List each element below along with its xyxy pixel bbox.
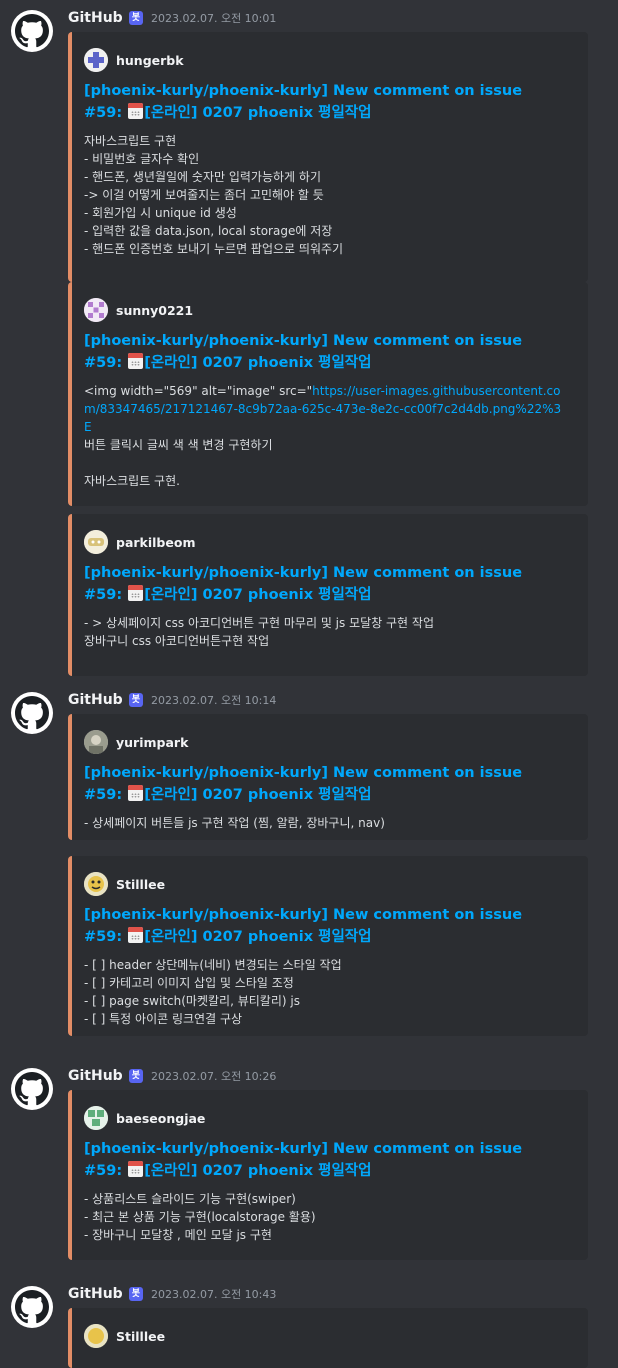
author-name[interactable]: GitHub bbox=[68, 692, 123, 708]
desc-line: - 장바구니 모달창 , 메인 모달 js 구현 bbox=[84, 1228, 272, 1242]
desc-line: - 비밀번호 글자수 확인 bbox=[84, 152, 200, 166]
calendar-icon bbox=[128, 103, 144, 119]
embed-author-name: Stilllee bbox=[116, 1328, 166, 1344]
desc-line: - 회원가입 시 unique id 생성 bbox=[84, 206, 237, 220]
author-name[interactable]: GitHub bbox=[68, 1068, 123, 1084]
embed-author-name: sunny0221 bbox=[116, 302, 194, 318]
embed-description: - 상세페이지 버튼들 js 구현 작업 (찜, 알람, 장바구니, nav) bbox=[84, 814, 568, 832]
embed-author[interactable]: hungerbk bbox=[84, 48, 184, 72]
timestamp[interactable]: 2023.02.07. 오전 10:43 bbox=[151, 1286, 276, 1302]
embed-author[interactable]: baeseongjae bbox=[84, 1106, 205, 1130]
desc-line: 장바구니 css 아코디언버튼구현 작업 bbox=[84, 634, 270, 648]
embed-author[interactable]: parkilbeom bbox=[84, 530, 195, 554]
img-tag-text: <img width="569" alt="image" src=" bbox=[84, 384, 313, 398]
github-avatar-icon[interactable] bbox=[11, 1286, 53, 1328]
embed-card: baeseongjae [phoenix-kurly/phoenix-kurly… bbox=[68, 1090, 588, 1260]
desc-line bbox=[84, 454, 568, 472]
author-name[interactable]: GitHub bbox=[68, 10, 123, 26]
embed-description: 자바스크립트 구현 - 비밀번호 글자수 확인 - 핸드폰, 생년월일에 숫자만… bbox=[84, 132, 568, 258]
github-avatar-icon[interactable] bbox=[11, 1068, 53, 1110]
embed-card: Stilllee [phoenix-kurly/phoenix-kurly] N… bbox=[68, 856, 588, 1036]
desc-line: - 핸드폰 인증번호 보내기 누르면 팝업으로 띄워주기 bbox=[84, 242, 344, 256]
user-avatar-icon bbox=[84, 730, 108, 754]
embed-title-link[interactable]: [phoenix-kurly/phoenix-kurly] New commen… bbox=[84, 904, 564, 948]
embed-title-link[interactable]: [phoenix-kurly/phoenix-kurly] New commen… bbox=[84, 762, 564, 806]
author-name[interactable]: GitHub bbox=[68, 1286, 123, 1302]
timestamp[interactable]: 2023.02.07. 오전 10:14 bbox=[151, 692, 276, 708]
embed-title-link[interactable]: [phoenix-kurly/phoenix-kurly] New commen… bbox=[84, 1138, 564, 1182]
user-avatar-icon bbox=[84, 1106, 108, 1130]
calendar-icon bbox=[128, 785, 144, 801]
embed-title-link[interactable]: [phoenix-kurly/phoenix-kurly] New commen… bbox=[84, 80, 564, 124]
embed-author[interactable]: Stilllee bbox=[84, 872, 165, 896]
desc-line: - [ ] 카테고리 이미지 삽입 및 스타일 조정 bbox=[84, 976, 294, 990]
desc-line: -> 이걸 어떻게 보여줄지는 좀더 고민해야 할 듯 bbox=[84, 188, 324, 202]
title-text: [온라인] 0207 phoenix 평일작업 bbox=[144, 1163, 372, 1179]
bot-badge: 봇 bbox=[128, 1069, 143, 1083]
desc-line: - 핸드폰, 생년월일에 숫자만 입력가능하게 하기 bbox=[84, 170, 321, 184]
github-avatar-icon[interactable] bbox=[11, 10, 53, 52]
embed-author[interactable]: Stilllee bbox=[84, 1324, 165, 1348]
embed-card: Stilllee bbox=[68, 1308, 588, 1368]
message-header: GitHub 봇 2023.02.07. 오전 10:26 bbox=[68, 1066, 276, 1086]
embed-card: parkilbeom [phoenix-kurly/phoenix-kurly]… bbox=[68, 514, 588, 676]
bot-badge: 봇 bbox=[128, 1287, 143, 1301]
desc-line: - [ ] 특정 아이콘 링크연결 구상 bbox=[84, 1012, 243, 1026]
title-text: [온라인] 0207 phoenix 평일작업 bbox=[144, 787, 372, 803]
desc-line: - [ ] header 상단메뉴(네비) 변경되는 스타일 작업 bbox=[84, 958, 342, 972]
desc-line: - 입력한 값을 data.json, local storage에 저장 bbox=[84, 224, 333, 238]
desc-line: - 최근 본 상품 기능 구현(localstorage 활용) bbox=[84, 1210, 316, 1224]
message-header: GitHub 봇 2023.02.07. 오전 10:14 bbox=[68, 690, 276, 710]
timestamp[interactable]: 2023.02.07. 오전 10:26 bbox=[151, 1068, 276, 1084]
calendar-icon bbox=[128, 585, 144, 601]
desc-line: 자바스크립트 구현 bbox=[84, 134, 177, 148]
embed-author-name: Stilllee bbox=[116, 876, 166, 892]
message-header: GitHub 봇 2023.02.07. 오전 10:01 bbox=[68, 8, 276, 28]
bot-badge: 봇 bbox=[128, 11, 143, 25]
embed-author-name: hungerbk bbox=[116, 52, 184, 68]
embed-author-name: yurimpark bbox=[116, 734, 189, 750]
embed-author-name: parkilbeom bbox=[116, 534, 196, 550]
image-tag-line: <img width="569" alt="image" src="https:… bbox=[84, 382, 568, 436]
desc-line: - 상세페이지 버튼들 js 구현 작업 (찜, 알람, 장바구니, nav) bbox=[84, 816, 385, 830]
title-text: [온라인] 0207 phoenix 평일작업 bbox=[144, 929, 372, 945]
embed-description: - 상품리스트 슬라이드 기능 구현(swiper) - 최근 본 상품 기능 … bbox=[84, 1190, 568, 1244]
embed-card: yurimpark [phoenix-kurly/phoenix-kurly] … bbox=[68, 714, 588, 840]
embed-description: <img width="569" alt="image" src="https:… bbox=[84, 382, 568, 490]
timestamp[interactable]: 2023.02.07. 오전 10:01 bbox=[151, 10, 276, 26]
desc-line: 버튼 클릭시 글씨 색 색 변경 구현하기 bbox=[84, 438, 273, 452]
desc-line: - [ ] page switch(마켓칼리, 뷰티칼리) js bbox=[84, 994, 300, 1008]
message-header: GitHub 봇 2023.02.07. 오전 10:43 bbox=[68, 1284, 276, 1304]
desc-line: - > 상세페이지 css 아코디언버튼 구현 마무리 및 js 모달창 구현 … bbox=[84, 616, 434, 630]
embed-title-link[interactable]: [phoenix-kurly/phoenix-kurly] New commen… bbox=[84, 562, 564, 606]
user-avatar-icon bbox=[84, 298, 108, 322]
embed-title-link[interactable]: [phoenix-kurly/phoenix-kurly] New commen… bbox=[84, 330, 564, 374]
bot-badge: 봇 bbox=[128, 693, 143, 707]
embed-author[interactable]: sunny0221 bbox=[84, 298, 193, 322]
embed-description: - [ ] header 상단메뉴(네비) 변경되는 스타일 작업 - [ ] … bbox=[84, 956, 568, 1028]
embed-card: sunny0221 [phoenix-kurly/phoenix-kurly] … bbox=[68, 282, 588, 506]
title-text: [온라인] 0207 phoenix 평일작업 bbox=[144, 355, 372, 371]
embed-description: - > 상세페이지 css 아코디언버튼 구현 마무리 및 js 모달창 구현 … bbox=[84, 614, 568, 650]
embed-author-name: baeseongjae bbox=[116, 1110, 206, 1126]
title-text: [온라인] 0207 phoenix 평일작업 bbox=[144, 105, 372, 121]
github-avatar-icon[interactable] bbox=[11, 692, 53, 734]
embed-card: hungerbk [phoenix-kurly/phoenix-kurly] N… bbox=[68, 32, 588, 282]
user-avatar-icon bbox=[84, 872, 108, 896]
calendar-icon bbox=[128, 927, 144, 943]
desc-line: - 상품리스트 슬라이드 기능 구현(swiper) bbox=[84, 1192, 296, 1206]
user-avatar-icon bbox=[84, 530, 108, 554]
calendar-icon bbox=[128, 1161, 144, 1177]
user-avatar-icon bbox=[84, 48, 108, 72]
embed-author[interactable]: yurimpark bbox=[84, 730, 188, 754]
title-text: [온라인] 0207 phoenix 평일작업 bbox=[144, 587, 372, 603]
calendar-icon bbox=[128, 353, 144, 369]
user-avatar-icon bbox=[84, 1324, 108, 1348]
desc-line: 자바스크립트 구현. bbox=[84, 474, 180, 488]
